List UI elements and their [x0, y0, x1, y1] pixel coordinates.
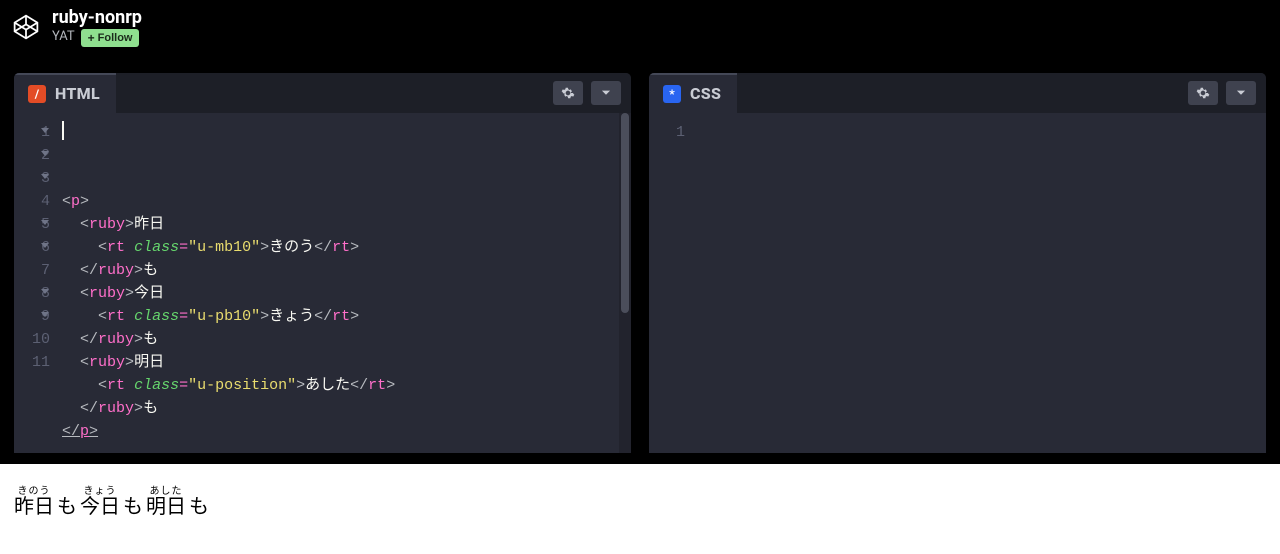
html-scrollbar[interactable]	[619, 113, 631, 453]
css-editor[interactable]: 1	[649, 113, 1266, 453]
gear-icon	[561, 86, 575, 100]
code-line[interactable]: </p>	[62, 420, 631, 443]
css-settings-button[interactable]	[1188, 81, 1218, 105]
line-number: 1	[649, 121, 685, 144]
html-panel: / HTML 1234567891011 <p> <ruby>昨日 <rt cl…	[14, 73, 631, 453]
text-cursor	[62, 121, 64, 140]
line-number: 5	[14, 213, 50, 236]
html-editor[interactable]: 1234567891011 <p> <ruby>昨日 <rt class="u-…	[14, 113, 631, 453]
css-panel-header: * CSS	[649, 73, 1266, 113]
line-number: 9	[14, 305, 50, 328]
plus-icon: +	[88, 31, 95, 45]
code-line[interactable]: <p>	[62, 190, 631, 213]
code-line[interactable]: <rt class="u-pb10">きょう</rt>	[62, 305, 631, 328]
code-line[interactable]: </ruby>も	[62, 328, 631, 351]
css-lang-icon: *	[663, 85, 681, 103]
html-settings-button[interactable]	[553, 81, 583, 105]
particle: も	[189, 496, 209, 518]
css-collapse-button[interactable]	[1226, 81, 1256, 105]
fold-caret-icon[interactable]	[41, 128, 49, 133]
follow-button[interactable]: + Follow	[81, 29, 140, 47]
fold-caret-icon[interactable]	[41, 220, 49, 225]
output-paragraph: 昨日きのうも今日きょうも明日あしたも	[14, 486, 1266, 519]
css-tab[interactable]: * CSS	[649, 73, 737, 113]
html-lang-icon: /	[28, 85, 46, 103]
fold-caret-icon[interactable]	[41, 243, 49, 248]
line-number: 6	[14, 236, 50, 259]
ruby-word: 今日きょう	[80, 496, 120, 518]
ruby-word: 昨日きのう	[14, 496, 54, 518]
line-number: 7	[14, 259, 50, 282]
ruby-reading: きのう	[14, 486, 54, 497]
html-scroll-thumb[interactable]	[621, 113, 629, 313]
line-number: 10	[14, 328, 50, 351]
css-panel-label: CSS	[690, 84, 721, 103]
code-line[interactable]: <ruby>今日	[62, 282, 631, 305]
line-number: 8	[14, 282, 50, 305]
html-panel-label: HTML	[55, 84, 100, 103]
page-header: ruby-nonrp YAT + Follow	[0, 0, 1280, 55]
line-number: 4	[14, 190, 50, 213]
line-number: 3	[14, 167, 50, 190]
line-number: 11	[14, 351, 50, 374]
editors-row: / HTML 1234567891011 <p> <ruby>昨日 <rt cl…	[0, 55, 1280, 453]
particle: も	[123, 496, 143, 518]
css-panel: * CSS 1	[649, 73, 1266, 453]
css-code[interactable]	[693, 113, 1266, 453]
fold-caret-icon[interactable]	[41, 289, 49, 294]
codepen-logo-icon	[12, 13, 40, 41]
fold-caret-icon[interactable]	[41, 312, 49, 317]
html-gutter: 1234567891011	[14, 113, 58, 453]
fold-caret-icon[interactable]	[41, 151, 49, 156]
pen-meta: ruby-nonrp YAT + Follow	[52, 8, 142, 47]
css-gutter: 1	[649, 113, 693, 453]
code-line[interactable]: <ruby>昨日	[62, 213, 631, 236]
code-line[interactable]: </ruby>も	[62, 259, 631, 282]
pen-title: ruby-nonrp	[52, 8, 142, 29]
gear-icon	[1196, 86, 1210, 100]
result-preview: 昨日きのうも今日きょうも明日あしたも	[0, 464, 1280, 554]
line-number: 1	[14, 121, 50, 144]
html-panel-header: / HTML	[14, 73, 631, 113]
ruby-reading: きょう	[80, 486, 120, 497]
pen-author[interactable]: YAT	[52, 30, 75, 45]
fold-caret-icon[interactable]	[41, 174, 49, 179]
line-number: 2	[14, 144, 50, 167]
ruby-word: 明日あした	[146, 496, 186, 518]
code-line[interactable]: </ruby>も	[62, 397, 631, 420]
html-code[interactable]: <p> <ruby>昨日 <rt class="u-mb10">きのう</rt>…	[58, 113, 631, 453]
code-line[interactable]: <ruby>明日	[62, 351, 631, 374]
ruby-reading: あした	[146, 486, 186, 497]
follow-label: Follow	[98, 32, 133, 44]
particle: も	[57, 496, 77, 518]
html-collapse-button[interactable]	[591, 81, 621, 105]
chevron-down-icon	[1234, 86, 1248, 100]
chevron-down-icon	[599, 86, 613, 100]
code-line[interactable]: <rt class="u-mb10">きのう</rt>	[62, 236, 631, 259]
code-line[interactable]: <rt class="u-position">あした</rt>	[62, 374, 631, 397]
html-tab[interactable]: / HTML	[14, 73, 116, 113]
